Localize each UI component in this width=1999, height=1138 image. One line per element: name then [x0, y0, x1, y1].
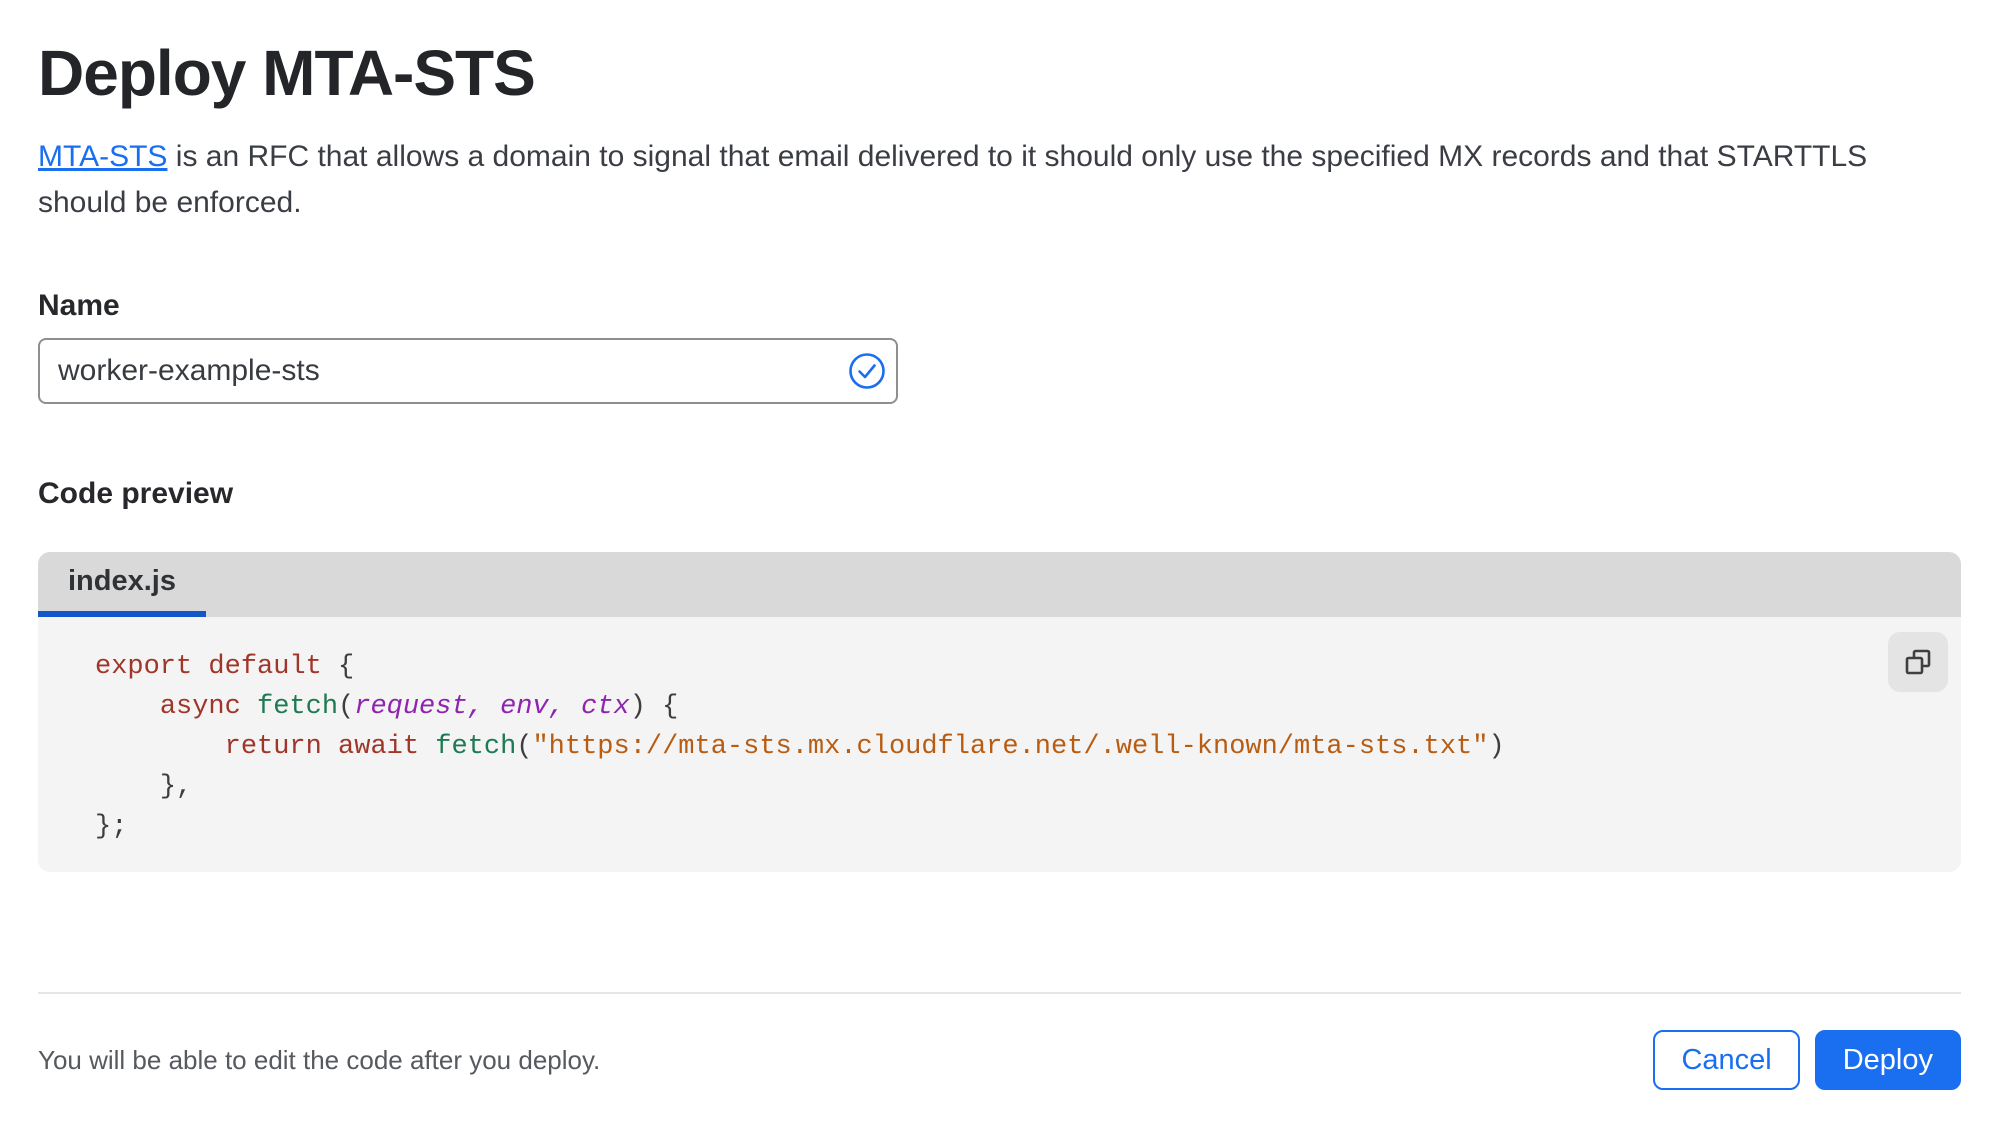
code-preview-card: index.js export default { async fetch(re… — [38, 552, 1961, 872]
cancel-button[interactable]: Cancel — [1653, 1030, 1800, 1090]
code-tab-bar: index.js — [38, 552, 1961, 617]
code-line: return await fetch("https://mta-sts.mx.c… — [224, 732, 1505, 762]
copy-icon — [1902, 646, 1934, 678]
code-block: export default { async fetch(request, en… — [95, 647, 1881, 847]
code-line: export default { — [95, 652, 355, 682]
footer: You will be able to edit the code after … — [38, 1002, 1961, 1118]
deploy-button[interactable]: Deploy — [1814, 1030, 1961, 1090]
page-title: Deploy MTA-STS — [38, 37, 536, 109]
name-label: Name — [38, 289, 120, 322]
code-line: async fetch(request, env, ctx) { — [159, 692, 679, 722]
description: MTA-STS is an RFC that allows a domain t… — [38, 134, 1938, 226]
code-area: export default { async fetch(request, en… — [38, 617, 1961, 872]
check-circle-icon — [848, 352, 886, 390]
tab-index-js[interactable]: index.js — [38, 552, 206, 617]
footer-note: You will be able to edit the code after … — [38, 1044, 601, 1075]
name-input[interactable] — [38, 338, 898, 404]
footer-divider — [38, 992, 1961, 994]
mta-sts-link[interactable]: MTA-STS — [38, 140, 167, 173]
code-line: }; — [95, 812, 128, 842]
footer-actions: Cancel Deploy — [1653, 1030, 1961, 1090]
name-input-wrapper — [38, 338, 898, 404]
description-text: is an RFC that allows a domain to signal… — [38, 140, 1868, 219]
code-preview-label: Code preview — [38, 477, 234, 510]
code-line: }, — [159, 772, 193, 802]
copy-button[interactable] — [1888, 632, 1948, 692]
